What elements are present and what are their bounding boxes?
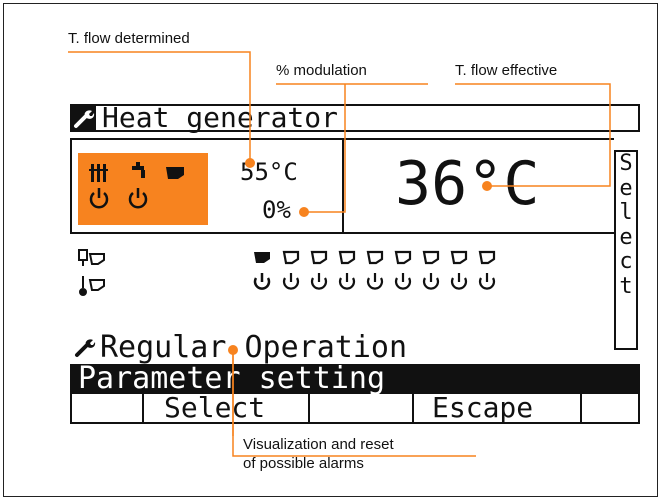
leader-dot	[245, 158, 255, 168]
leader-modulation-drop	[304, 84, 346, 213]
leader-t-flow-effective	[455, 83, 611, 187]
leader-t-flow-determined	[68, 51, 251, 163]
leader-alarms	[232, 350, 476, 457]
callout-leaders	[68, 51, 611, 457]
leader-dot	[228, 345, 238, 355]
leader-dot	[482, 181, 492, 191]
leader-dot	[299, 207, 309, 217]
